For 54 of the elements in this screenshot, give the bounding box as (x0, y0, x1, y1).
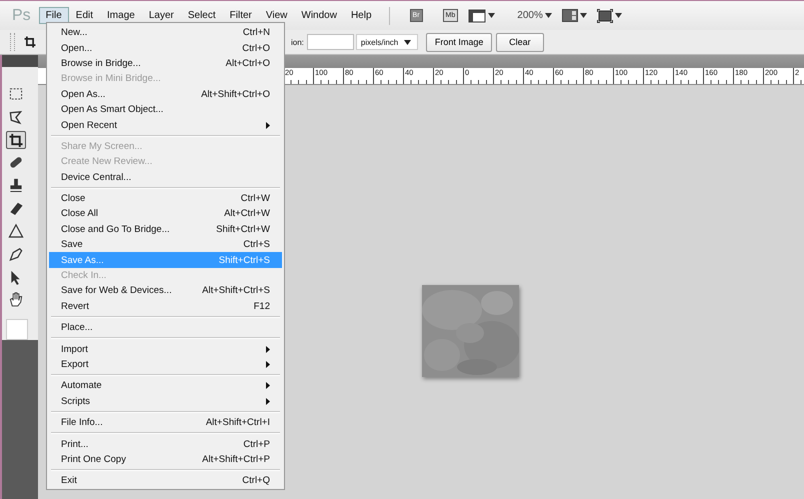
unit-dropdown[interactable]: pixels/inch (356, 34, 418, 50)
menu-entry[interactable]: Close Ctrl+W (49, 190, 282, 206)
menu-item[interactable]: Help (344, 7, 379, 24)
menu-entry[interactable]: Close All Alt+Ctrl+W (49, 206, 282, 222)
menu-entry[interactable]: Scripts (49, 394, 282, 409)
caret-icon[interactable] (614, 13, 622, 18)
menu-item[interactable]: File (38, 7, 69, 24)
menu-entry[interactable]: Device Central... (49, 170, 282, 185)
menu-entry[interactable]: File Info... Alt+Shift+Ctrl+I (49, 414, 282, 430)
clear-button[interactable]: Clear (496, 32, 544, 52)
crop-icon[interactable] (23, 35, 37, 49)
menu-entry[interactable]: Close and Go To Bridge... Shift+Ctrl+W (49, 222, 282, 238)
menu-item[interactable]: Image (100, 7, 142, 24)
menu-entry[interactable]: Open As Smart Object... (49, 102, 282, 118)
resolution-field[interactable] (306, 34, 354, 50)
menu-entry[interactable]: Open As... Alt+Shift+Ctrl+O (49, 86, 282, 102)
menu-entry[interactable]: New... Ctrl+N (49, 25, 282, 40)
menu-entry[interactable]: Exit Ctrl+Q (49, 473, 282, 489)
menu-item[interactable]: Select (180, 7, 223, 24)
submenu-arrow-icon (266, 398, 270, 405)
crop-icon[interactable] (6, 130, 26, 150)
submenu-arrow-icon (266, 382, 270, 390)
menu-entry[interactable]: Browse in Bridge... Alt+Ctrl+O (49, 56, 282, 72)
menu-item[interactable]: Edit (68, 7, 100, 24)
submenu-arrow-icon (266, 346, 270, 353)
menu-entry[interactable]: Import (49, 341, 282, 357)
menu-entry[interactable]: Place... (49, 320, 282, 336)
menu-entry[interactable]: Automate (49, 378, 282, 394)
zoom-dropdown[interactable]: 200% (517, 10, 543, 21)
menu-entry[interactable]: Export (49, 356, 282, 372)
menu-entry[interactable]: Open... Ctrl+O (49, 40, 282, 56)
menu-entry[interactable]: Revert F12 (49, 298, 282, 314)
front-image-button[interactable]: Front Image (426, 32, 492, 52)
menu-entry[interactable]: Save Ctrl+S (49, 237, 282, 252)
caret-icon[interactable] (544, 13, 552, 18)
menu-item[interactable]: Layer (142, 7, 181, 24)
menu-item[interactable]: View (258, 7, 294, 24)
submenu-arrow-icon (266, 122, 270, 129)
field-label: ion: (291, 38, 304, 46)
caret-icon[interactable] (580, 13, 587, 18)
menu-item[interactable]: Filter (222, 7, 259, 24)
menu-item[interactable]: Window (294, 7, 344, 24)
submenu-arrow-icon (266, 361, 270, 368)
menu-entry[interactable]: Save for Web & Devices... Alt+Shift+Ctrl+S (49, 283, 282, 299)
layout-icon[interactable] (562, 9, 578, 22)
caret-icon[interactable] (404, 40, 412, 44)
menu-entry[interactable]: Open Recent (49, 117, 282, 133)
app-logo: Ps (12, 6, 31, 24)
screen-mode-icon[interactable] (596, 8, 613, 22)
color-swatch[interactable] (6, 319, 28, 340)
film-icon[interactable] (468, 8, 486, 22)
menu-entry[interactable]: Print One Copy Alt+Shift+Ctrl+P (49, 452, 282, 468)
caret-icon[interactable] (488, 13, 496, 18)
menu-entry[interactable]: Print... Ctrl+P (49, 436, 282, 452)
